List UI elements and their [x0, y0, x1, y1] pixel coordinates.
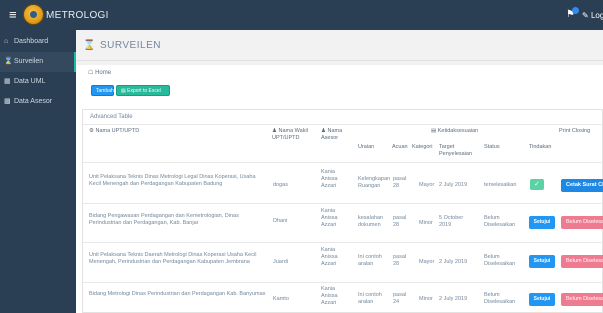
chart-icon: ▦ [4, 78, 11, 85]
sidebar-item-dashboard[interactable]: ⌂ Dashboard [0, 32, 76, 52]
cell-asesor: Kania Anissa Azzari [321, 247, 338, 267]
divider [83, 124, 603, 125]
breadcrumb[interactable]: ☖ Home [88, 69, 111, 76]
cell-status: Belum Diselesaikan [484, 292, 516, 305]
cell-kategori: Mayor [419, 182, 435, 188]
user-icon: ♟ [272, 128, 277, 134]
advanced-table: Advanced Table ⚙ Nama UPT/UPTD ♟ Nama Wa… [82, 109, 603, 313]
col-header-status: Status [484, 144, 500, 150]
cell-wakil: Kamto [273, 296, 289, 302]
cell-asesor: Kania Anissa Azzari [321, 286, 338, 306]
tambah-button[interactable]: Tambah [91, 85, 114, 96]
col-header-ketidaksesuaian: ▤ Ketidaksesuaian [431, 128, 501, 135]
col-header-nama-wakil: ♟ Nama Wakil UPT/UPTD [272, 128, 308, 142]
main-content: ⌛ SURVEILEN ☖ Home Tambah ▤ Export to Exc… [76, 30, 603, 313]
export-label: Export to Excel [127, 88, 161, 94]
divider [76, 60, 603, 61]
breadcrumb-home: Home [95, 70, 112, 76]
notification-badge [572, 7, 579, 14]
cell-upt: Unit Pelaksana Teknis Dinas Metrologi Le… [89, 174, 256, 187]
sidebar-item-label: Dashboard [13, 38, 49, 45]
cell-asesor: Kania Anissa Azzari [321, 169, 338, 189]
setujui-button[interactable]: Setujui [529, 216, 555, 229]
top-navbar: ≡ METROLOGI ⚑ ✎ Log [0, 0, 603, 30]
tindakan-check-button[interactable] [530, 179, 544, 190]
cell-acuan: pasal 28 [393, 215, 407, 228]
sidebar-item-label: Surveilen [13, 58, 44, 65]
logout-link[interactable]: ✎ Log [582, 11, 603, 20]
header-label: Ketidaksesuaian [437, 128, 479, 134]
cell-kategori: Mayor [419, 259, 435, 265]
cell-uraian: Ini contoh aralan [358, 292, 382, 305]
list-icon: ▤ [431, 128, 437, 134]
sidebar-item-data-asesor[interactable]: ▩ Data Asesor [0, 92, 76, 112]
menu-toggle-icon[interactable]: ≡ [9, 8, 17, 21]
cell-acuan: pasal 24 [393, 292, 407, 305]
home-icon: ☖ [88, 70, 94, 76]
cell-target: 5 October 2019 [439, 215, 464, 228]
notification-button[interactable]: ⚑ [566, 7, 579, 20]
col-header-uraian: Uraian [358, 144, 375, 150]
excel-icon: ▤ [121, 88, 126, 94]
cell-status: Belum Diselesaikan [484, 215, 516, 228]
print-closing-button[interactable]: Cetak Surat Clo [561, 179, 603, 192]
cell-acuan: pasal 28 [393, 176, 407, 189]
users-icon: ▩ [4, 98, 11, 105]
sidebar-item-label: Data UML [13, 78, 46, 85]
page-title-text: SURVEILEN [99, 40, 161, 51]
col-header-target: Target Penyelesaian [439, 144, 473, 157]
hourglass-icon: ⌛ [4, 58, 13, 65]
print-closing-button[interactable]: Belum Diselesa [561, 216, 603, 229]
cell-uraian: kesalahan dokumen [358, 215, 384, 228]
sidebar-item-label: Data Asesor [13, 98, 53, 105]
cell-acuan: pasal 28 [393, 254, 407, 267]
gear-icon: ⚙ [89, 128, 94, 134]
sidebar-item-data-uml[interactable]: ▦ Data UML [0, 72, 76, 92]
table-caption: Advanced Table [90, 114, 133, 120]
col-header-print: Print Closing [559, 128, 591, 134]
hourglass-icon: ⌛ [83, 40, 96, 51]
col-header-nama-upt: ⚙ Nama UPT/UPTD [89, 128, 269, 135]
header-label: Nama Wakil UPT/UPTD [272, 128, 308, 141]
col-header-acuan: Acuan [392, 144, 408, 150]
cell-kategori: Minor [419, 220, 433, 226]
col-header-kategori: Kategori [412, 144, 433, 150]
export-excel-button[interactable]: ▤ Export to Excel [116, 85, 170, 96]
cell-status: Belum Diselesaikan [484, 254, 516, 267]
setujui-button[interactable]: Setujui [529, 255, 555, 268]
logout-label: Log [590, 11, 603, 20]
content-panel: ☖ Home Tambah ▤ Export to Excel Advanced… [76, 65, 603, 313]
sidebar-item-surveilen[interactable]: ⌛ Surveilen [0, 52, 76, 72]
divider [83, 242, 603, 243]
user-icon: ♟ [321, 128, 326, 134]
print-closing-button[interactable]: Belum Diselesa [561, 255, 603, 268]
cell-upt: Bidang Pengawasan Perdagangan dan Kemetr… [89, 213, 239, 226]
cell-wakil: Juardi [273, 259, 288, 265]
print-closing-button[interactable]: Belum Diselesa [561, 293, 603, 306]
cell-upt: Unit Pelaksana Teknis Daerah Metrologi D… [89, 252, 257, 265]
cell-target: 2 July 2019 [439, 259, 468, 265]
col-header-tindakan: Tindakan [529, 144, 552, 150]
cell-wakil: Dhani [273, 218, 288, 224]
cell-asesor: Kania Anissa Azzari [321, 208, 338, 228]
cell-target: 2 July 2019 [439, 182, 468, 188]
app-title: METROLOGI [46, 10, 109, 21]
metrologi-logo [23, 4, 44, 25]
cell-kategori: Minor [419, 296, 433, 302]
setujui-button[interactable]: Setujui [529, 293, 555, 306]
home-icon: ⌂ [4, 38, 9, 45]
sidebar: ⌂ Dashboard ⌛ Surveilen ▦ Data UML ▩ Dat… [0, 30, 76, 313]
col-header-nama-asesor: ♟ Nama Asesor [321, 128, 349, 142]
cell-uraian: Ini contoh aralan [358, 254, 382, 267]
cell-wakil: dogas [273, 182, 288, 188]
page-title: ⌛ SURVEILEN [83, 40, 161, 56]
divider [83, 203, 603, 204]
header-label: Nama UPT/UPTD [95, 128, 140, 134]
cell-status: terselesaikan [484, 182, 517, 188]
divider [83, 282, 603, 283]
cell-upt: Bidang Metrologi Dinas Perindustrian dan… [89, 291, 266, 297]
cell-uraian: Kelengkapan Ruangan [358, 176, 391, 189]
divider [83, 162, 603, 163]
cell-target: 2 July 2019 [439, 296, 468, 302]
